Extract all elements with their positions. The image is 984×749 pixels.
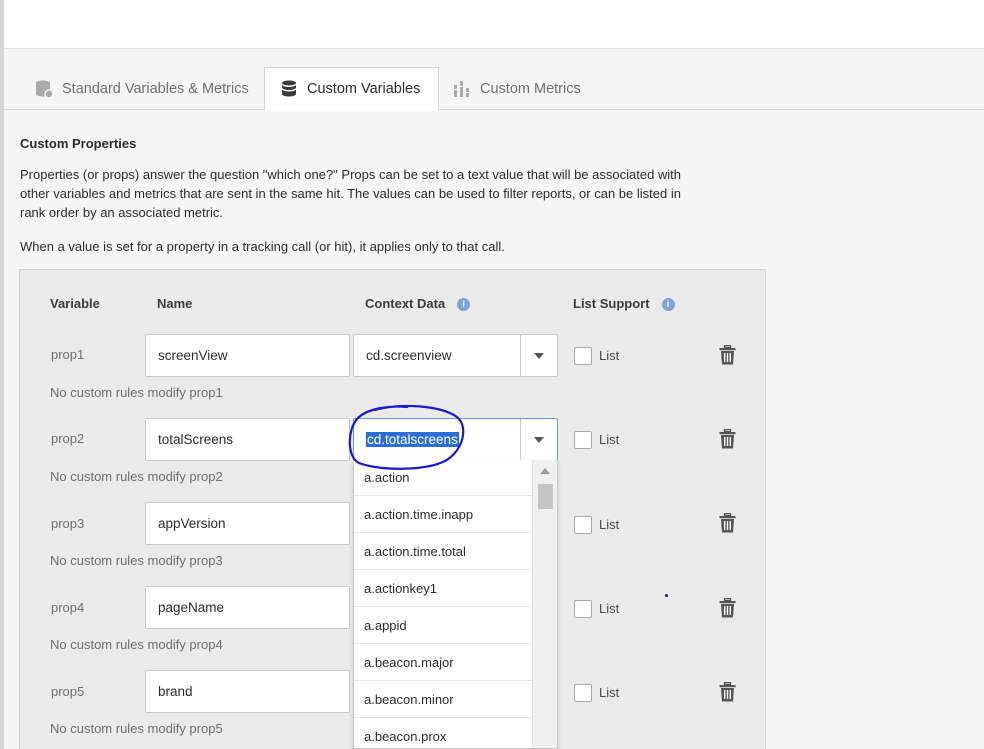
list-support-checkbox[interactable] (574, 684, 592, 702)
tab-custom-variables[interactable]: Custom Variables (264, 67, 440, 111)
column-header-label: Context Data (365, 296, 446, 311)
scrollbar-thumb[interactable] (538, 484, 553, 509)
context-data-combobox[interactable]: cd.totalscreens (353, 418, 558, 461)
dropdown-toggle-button[interactable] (520, 419, 557, 460)
name-input[interactable]: brand (145, 670, 350, 713)
tab-custom-metrics[interactable]: Custom Metrics (438, 67, 599, 110)
column-header-list-support: List Support i (573, 296, 675, 312)
list-support-checkbox[interactable] (574, 347, 592, 365)
variable-label: prop2 (51, 431, 85, 446)
dropdown-toggle-button[interactable] (520, 335, 557, 376)
context-data-dropdown-list: a.action a.action.time.inapp a.action.ti… (353, 460, 558, 749)
chevron-down-icon (534, 436, 544, 443)
column-header-context-data: Context Data i (365, 296, 471, 312)
rule-status-text: No custom rules modify prop3 (50, 553, 223, 568)
section-description-line3: rank order by an associated metric. (20, 205, 224, 220)
name-input[interactable]: screenView (145, 334, 350, 377)
dropdown-option[interactable]: a.beacon.prox (354, 718, 532, 748)
dropdown-option[interactable]: a.action.time.inapp (354, 496, 532, 533)
list-support-checkbox[interactable] (574, 516, 592, 534)
list-support-label: List (599, 432, 620, 447)
trash-icon[interactable] (719, 429, 736, 449)
rule-status-text: No custom rules modify prop2 (50, 469, 223, 484)
name-input[interactable]: totalScreens (145, 418, 350, 461)
info-icon[interactable]: i (457, 298, 471, 312)
rule-status-text: No custom rules modify prop1 (50, 385, 223, 400)
tab-label: Custom Variables (307, 81, 421, 97)
column-header-label: List Support (573, 296, 650, 311)
annotation-dot (665, 594, 668, 597)
dropdown-option[interactable]: a.action.time.total (354, 533, 532, 570)
chevron-down-icon (534, 352, 544, 359)
dropdown-option[interactable]: a.beacon.minor (354, 681, 532, 718)
name-input[interactable]: appVersion (145, 502, 350, 545)
context-data-combobox[interactable]: cd.screenview (353, 334, 558, 377)
context-data-value: cd.screenview (366, 348, 452, 363)
variable-label: prop4 (51, 600, 85, 615)
variable-label: prop3 (51, 516, 85, 531)
scroll-up-arrow-icon[interactable] (540, 468, 550, 474)
dropdown-scrollbar[interactable] (532, 460, 557, 748)
list-support-label: List (599, 517, 620, 532)
section-note: When a value is set for a property in a … (20, 239, 505, 254)
variable-label: prop1 (51, 347, 85, 362)
dropdown-option[interactable]: a.beacon.major (354, 644, 532, 681)
section-description-line2: other variables and metrics that are sen… (20, 186, 681, 201)
list-support-label: List (599, 685, 620, 700)
dropdown-option[interactable]: a.action (354, 460, 532, 496)
variable-label: prop5 (51, 684, 85, 699)
tab-label: Standard Variables & Metrics (62, 80, 249, 97)
list-support-label: List (599, 601, 620, 616)
list-support-checkbox[interactable] (574, 431, 592, 449)
column-header-name: Name (157, 296, 193, 311)
database-icon (279, 79, 299, 99)
top-bar (4, 0, 984, 49)
tab-label: Custom Metrics (480, 80, 581, 97)
trash-icon[interactable] (719, 598, 736, 618)
tab-strip: Standard Variables & Metrics Custom Vari… (4, 49, 984, 111)
metrics-icon (452, 79, 472, 99)
context-data-value: cd.totalscreens (366, 419, 459, 460)
rule-status-text: No custom rules modify prop5 (50, 721, 223, 736)
section-description-line1: Properties (or props) answer the questio… (20, 167, 682, 182)
tab-standard-variables[interactable]: Standard Variables & Metrics (20, 67, 267, 110)
section-title: Custom Properties (20, 136, 137, 151)
trash-icon[interactable] (719, 682, 736, 702)
list-support-label: List (599, 348, 620, 363)
trash-icon[interactable] (719, 345, 736, 365)
rule-status-text: No custom rules modify prop4 (50, 637, 223, 652)
selected-text: cd.totalscreens (366, 432, 459, 447)
trash-icon[interactable] (719, 513, 736, 533)
list-support-checkbox[interactable] (574, 600, 592, 618)
info-icon[interactable]: i (661, 298, 675, 312)
column-header-variable: Variable (50, 296, 100, 311)
dropdown-option[interactable]: a.appid (354, 607, 532, 644)
name-input[interactable]: pageName (145, 586, 350, 629)
dropdown-option[interactable]: a.actionkey1 (354, 570, 532, 607)
database-icon (34, 79, 54, 99)
